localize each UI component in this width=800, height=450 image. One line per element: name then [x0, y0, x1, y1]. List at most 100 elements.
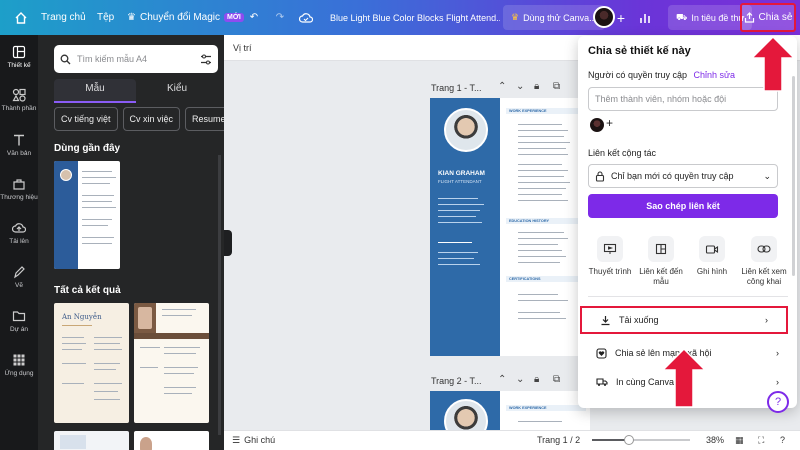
- rail-item-text[interactable]: Văn bản: [0, 133, 38, 157]
- zoom-level[interactable]: 38%: [706, 430, 724, 450]
- rail-label: Thiết kế: [7, 62, 31, 69]
- rail-label: Thương hiệu: [0, 194, 38, 201]
- access-label: Người có quyền truy cập Chỉnh sửa: [588, 70, 735, 80]
- new-badge: MỚI: [224, 13, 244, 22]
- rail-item-draw[interactable]: Vẽ: [0, 265, 38, 289]
- all-results-title: Tất cả kết quả: [54, 285, 121, 296]
- grid-view-icon[interactable]: ▦: [735, 430, 744, 450]
- template-link-option[interactable]: Liên kết đến mẫu: [637, 236, 685, 287]
- help-icon[interactable]: ?: [780, 430, 785, 450]
- divider: [588, 296, 788, 297]
- chevron-up-icon[interactable]: ⌃: [498, 374, 506, 385]
- link-access-select[interactable]: Chỉ bạn mới có quyền truy cập ⌄: [588, 164, 778, 188]
- magic-switch-label: Chuyển đổi Magic: [139, 12, 221, 23]
- access-text: Người có quyền truy cập: [588, 70, 687, 80]
- resume-page-1[interactable]: KIAN GRAHAM FLIGHT ATTENDANT WORK EXPERI…: [430, 98, 590, 356]
- chip-cv-job[interactable]: Cv xin việc: [122, 107, 181, 131]
- undo-icon[interactable]: ↶: [246, 0, 262, 35]
- position-button[interactable]: Vị trí: [233, 43, 252, 53]
- chevron-up-icon[interactable]: ⌃: [498, 81, 506, 92]
- chevron-down-icon[interactable]: ⌄: [516, 81, 524, 92]
- redo-icon[interactable]: ↷: [272, 0, 288, 35]
- chevron-down-icon[interactable]: ⌄: [516, 374, 524, 385]
- filter-icon[interactable]: [200, 54, 212, 65]
- edit-permission-link[interactable]: Chỉnh sửa: [694, 70, 736, 80]
- apps-icon: [13, 354, 25, 366]
- rail-label: Tải lên: [9, 238, 29, 245]
- record-option[interactable]: Ghi hình: [688, 236, 736, 277]
- shapes-icon: [12, 88, 26, 102]
- home-icon: [15, 11, 27, 24]
- notes-button[interactable]: ☰ Ghi chú: [232, 430, 275, 450]
- rail-item-uploads[interactable]: Tải lên: [0, 221, 38, 245]
- lock-icon[interactable]: 🔒︎: [534, 81, 539, 92]
- truck-icon: [596, 378, 608, 386]
- heart-icon: [596, 347, 607, 359]
- tab-styles[interactable]: Kiểu: [136, 79, 218, 103]
- notes-label: Ghi chú: [244, 435, 276, 445]
- share-scrollbar[interactable]: [792, 76, 795, 276]
- resume-name: KIAN GRAHAM: [438, 170, 485, 177]
- duplicate-icon[interactable]: ⧉: [553, 374, 560, 385]
- cloud-saved-icon[interactable]: [298, 0, 314, 35]
- rail-item-design[interactable]: Thiết kế: [0, 41, 38, 73]
- rail-item-apps[interactable]: Ứng dụng: [0, 353, 38, 377]
- panel-collapse-handle[interactable]: [224, 230, 232, 256]
- record-icon: [699, 236, 725, 262]
- chip-cv-vietnamese[interactable]: Cv tiếng việt: [54, 107, 118, 131]
- page-2-title[interactable]: Trang 2 - T...: [431, 376, 482, 386]
- template-thumbnail[interactable]: An Nguyễn: [54, 303, 129, 423]
- recent-template-thumbnail[interactable]: [54, 161, 120, 269]
- rail-item-projects[interactable]: Dự án: [0, 309, 38, 333]
- template-search[interactable]: Tìm kiếm mẫu A4: [54, 45, 218, 73]
- rail-item-brand[interactable]: Thương hiệu: [0, 177, 38, 201]
- share-button[interactable]: Chia sẻ: [740, 3, 796, 32]
- folder-icon: [12, 311, 26, 322]
- resume-section-title: WORK EXPERIENCE: [506, 108, 586, 114]
- resume-page-2[interactable]: WORK EXPERIENCE: [430, 391, 590, 430]
- file-menu[interactable]: Tệp: [97, 0, 114, 35]
- template-link-label: Liên kết đến mẫu: [639, 267, 683, 286]
- magic-switch-button[interactable]: ♛ Chuyển đổi Magic MỚI: [127, 0, 244, 35]
- avatar[interactable]: [593, 6, 615, 28]
- chip-resume[interactable]: Resume: [185, 107, 224, 131]
- home-menu-button[interactable]: [8, 0, 34, 35]
- brand-icon: [13, 179, 25, 190]
- rail-label: Văn bản: [6, 150, 32, 157]
- document-title[interactable]: Blue Light Blue Color Blocks Flight Atte…: [330, 0, 500, 35]
- present-option[interactable]: Thuyết trình: [586, 236, 634, 277]
- recent-section-title: Dùng gần đây: [54, 143, 121, 154]
- search-icon: [60, 54, 71, 64]
- stats-icon[interactable]: [636, 0, 654, 35]
- tab-templates[interactable]: Mẫu: [54, 79, 136, 103]
- add-collaborator-icon[interactable]: +: [616, 0, 626, 35]
- fullscreen-icon[interactable]: ⛶: [758, 430, 764, 450]
- avatar[interactable]: [590, 118, 604, 132]
- panel-scrollbar[interactable]: [218, 155, 221, 435]
- page-indicator[interactable]: Trang 1 / 2: [537, 430, 580, 450]
- zoom-slider[interactable]: [592, 435, 690, 445]
- share-label: Chia sẻ: [758, 12, 793, 23]
- share-dialog-title: Chia sẻ thiết kế này: [588, 45, 691, 57]
- copy-link-button[interactable]: Sao chép liên kết: [588, 194, 778, 218]
- public-link-label: Liên kết xem công khai: [741, 267, 787, 286]
- download-option[interactable]: Tải xuống ›: [580, 306, 788, 334]
- template-thumbnail[interactable]: [134, 431, 209, 450]
- try-canva-pro-button[interactable]: ♛ Dùng thử Canva...: [503, 5, 605, 30]
- home-link[interactable]: Trang chủ: [41, 0, 86, 35]
- page-1-title[interactable]: Trang 1 - T...: [431, 83, 482, 93]
- add-person-icon[interactable]: +: [606, 116, 613, 130]
- search-input[interactable]: Tìm kiếm mẫu A4: [77, 54, 194, 64]
- chevron-right-icon: ›: [776, 377, 779, 387]
- help-button[interactable]: ?: [767, 391, 789, 413]
- duplicate-icon[interactable]: ⧉: [553, 81, 560, 92]
- lock-icon[interactable]: 🔒︎: [534, 374, 539, 385]
- chevron-right-icon: ›: [776, 348, 779, 358]
- rail-label: Dự án: [9, 326, 29, 333]
- rail-label: Vẽ: [15, 282, 23, 289]
- public-link-option[interactable]: Liên kết xem công khai: [736, 236, 792, 287]
- rail-item-elements[interactable]: Thành phần: [0, 88, 38, 112]
- share-icon: [744, 12, 754, 23]
- template-thumbnail[interactable]: [54, 431, 129, 450]
- template-thumbnail[interactable]: [134, 303, 209, 423]
